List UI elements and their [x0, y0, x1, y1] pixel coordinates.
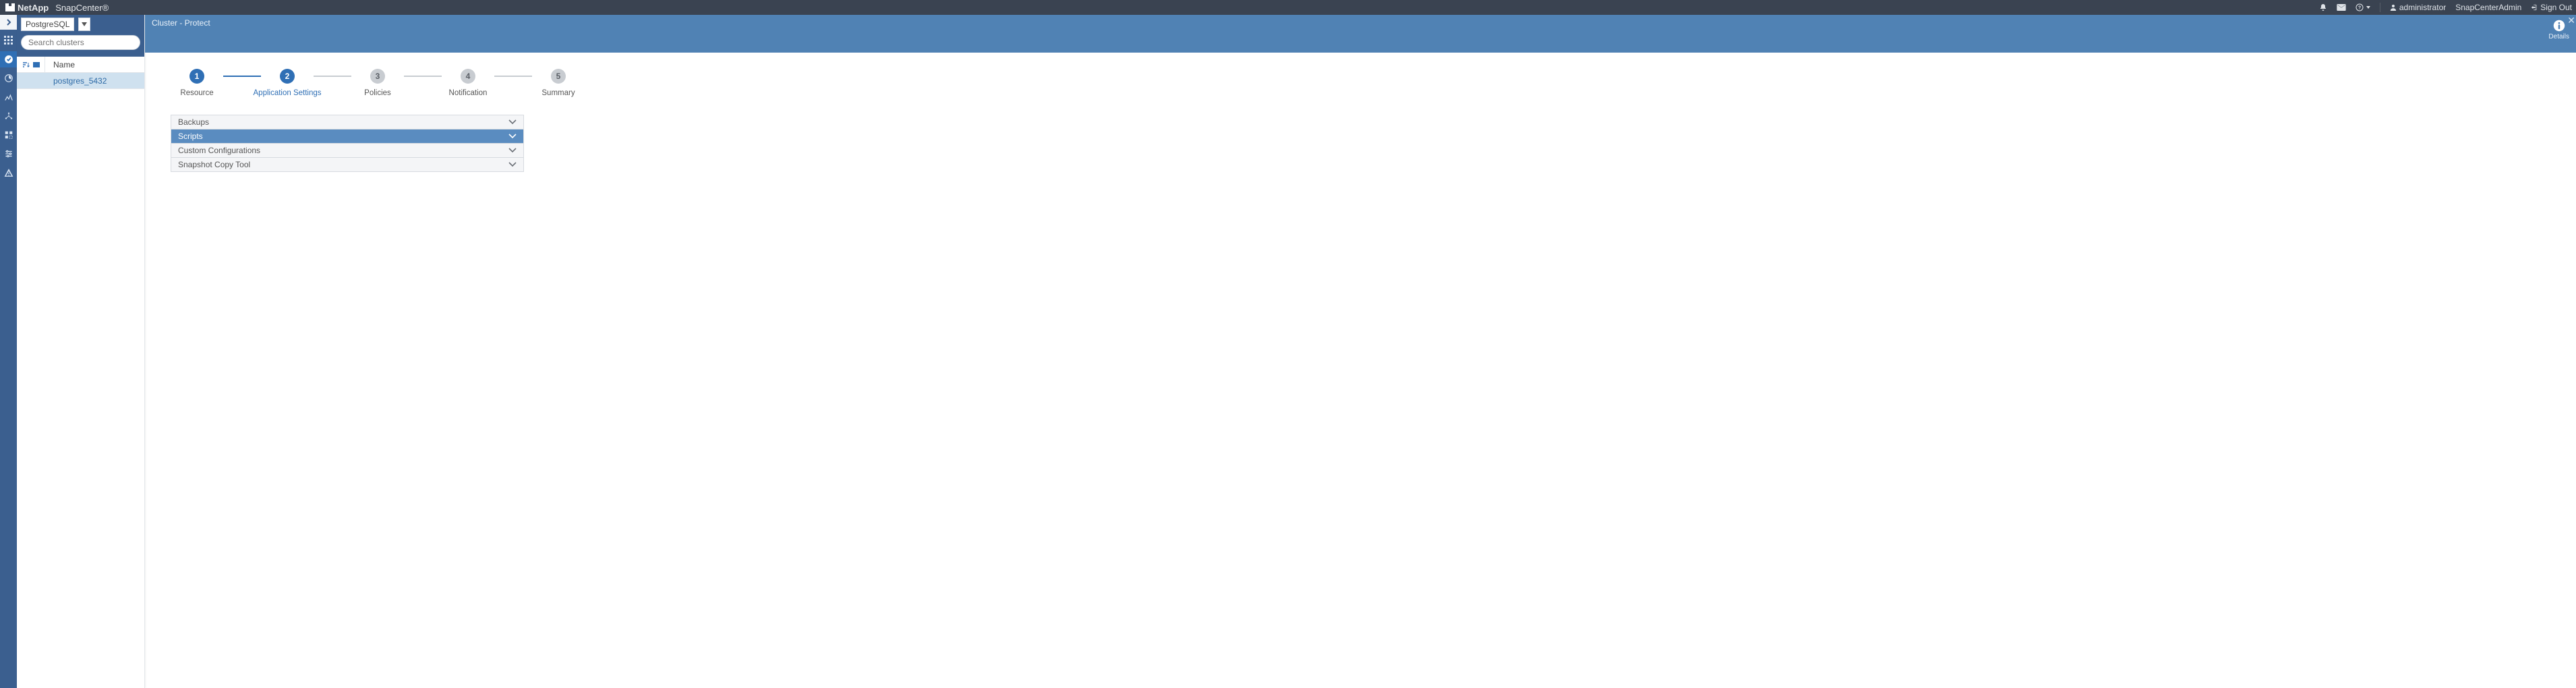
- rail-item-reports[interactable]: [0, 89, 17, 105]
- wizard-step-num: 1: [189, 69, 204, 84]
- list-header: Name: [17, 57, 144, 73]
- topbar-right: ? administrator SnapCenterAdmin Sign Out: [2319, 3, 2572, 12]
- mail-icon[interactable]: [2337, 4, 2346, 11]
- accordion-item-scripts: Scripts: [171, 130, 523, 144]
- user-label: administrator: [2399, 3, 2446, 12]
- accordion-title: Custom Configurations: [178, 146, 260, 155]
- accordion-item-backups: Backups: [171, 115, 523, 130]
- plugin-select-row: PostgreSQL: [21, 18, 140, 31]
- wizard-step-num: 4: [461, 69, 475, 84]
- wizard-step-num: 5: [551, 69, 566, 84]
- rail-item-settings[interactable]: [0, 146, 17, 162]
- help-menu[interactable]: ?: [2355, 3, 2370, 11]
- brand: NetApp SnapCenter®: [5, 3, 109, 13]
- accordion-item-snapshot-copy-tool: Snapshot Copy Tool: [171, 158, 523, 171]
- wizard-step-notification[interactable]: 4 Notification: [442, 69, 494, 97]
- sort-icon[interactable]: [17, 57, 45, 72]
- shell: PostgreSQL Name postgres_5432 ✕ Clus: [0, 15, 2576, 688]
- plugin-select-caret[interactable]: [78, 18, 90, 31]
- breadcrumb: Cluster - Protect: [152, 17, 210, 28]
- signout-button[interactable]: Sign Out: [2531, 3, 2572, 12]
- list-item-label[interactable]: postgres_5432: [53, 76, 107, 86]
- accordion-head[interactable]: Scripts: [171, 130, 523, 143]
- wizard-connector: [223, 76, 261, 77]
- wizard-connector: [404, 76, 442, 77]
- plugin-select-value: PostgreSQL: [26, 20, 69, 29]
- rail-item-dashboard[interactable]: [0, 32, 17, 49]
- nav-rail: [0, 15, 17, 688]
- notifications-icon[interactable]: [2319, 3, 2327, 11]
- side-panel: PostgreSQL Name postgres_5432: [17, 15, 145, 688]
- close-icon[interactable]: ✕: [2567, 15, 2575, 26]
- details-label: Details: [2548, 33, 2569, 40]
- wizard-step-label: Application Settings: [254, 89, 322, 97]
- topbar: NetApp SnapCenter® ? administrator SnapC…: [0, 0, 2576, 15]
- rail-item-storage[interactable]: [0, 127, 17, 143]
- accordion-item-custom-configurations: Custom Configurations: [171, 144, 523, 158]
- rail-item-monitor[interactable]: [0, 70, 17, 86]
- role-text: SnapCenterAdmin: [2455, 3, 2521, 12]
- brand-logo: NetApp: [5, 3, 49, 13]
- svg-text:?: ?: [2358, 6, 2361, 11]
- wizard-connector: [314, 76, 351, 77]
- role-label[interactable]: SnapCenterAdmin: [2455, 3, 2521, 12]
- rail-expand-button[interactable]: [0, 15, 17, 30]
- wizard-step-num: 3: [370, 69, 385, 84]
- wizard-step-num: 2: [280, 69, 295, 84]
- settings-accordion: Backups Scripts Custom Configurations: [171, 115, 524, 172]
- brand-logo-mark: [5, 3, 15, 11]
- wizard-step-summary[interactable]: 5 Summary: [532, 69, 585, 97]
- wizard-connector: [494, 76, 532, 77]
- chevron-down-icon: [508, 162, 517, 167]
- accordion-head[interactable]: Snapshot Copy Tool: [171, 158, 523, 171]
- brand-logo-text: NetApp: [18, 3, 49, 13]
- wizard-step-label: Summary: [541, 89, 575, 97]
- list-item[interactable]: postgres_5432: [17, 73, 144, 89]
- user-menu[interactable]: administrator: [2390, 3, 2446, 12]
- rail-item-resources[interactable]: [0, 51, 17, 67]
- wizard: 1 Resource 2 Application Settings 3 Poli…: [171, 69, 2550, 97]
- plugin-select[interactable]: PostgreSQL: [21, 18, 74, 31]
- accordion-title: Scripts: [178, 132, 203, 141]
- context-bar: ✕ Cluster - Protect Details: [145, 15, 2576, 53]
- accordion-title: Backups: [178, 117, 209, 127]
- search-input[interactable]: [28, 38, 133, 47]
- wizard-step-label: Resource: [180, 89, 213, 97]
- accordion-head[interactable]: Backups: [171, 115, 523, 129]
- rail-item-alerts[interactable]: [0, 165, 17, 181]
- content: 1 Resource 2 Application Settings 3 Poli…: [145, 53, 2576, 688]
- signout-label: Sign Out: [2540, 3, 2572, 12]
- wizard-step-label: Notification: [449, 89, 488, 97]
- wizard-step-resource[interactable]: 1 Resource: [171, 69, 223, 97]
- rail-item-hosts[interactable]: [0, 108, 17, 124]
- main: ✕ Cluster - Protect Details 1 Resource 2…: [145, 15, 2576, 688]
- chevron-down-icon: [508, 119, 517, 125]
- wizard-step-label: Policies: [364, 89, 391, 97]
- wizard-step-application-settings[interactable]: 2 Application Settings: [261, 69, 314, 97]
- accordion-title: Snapshot Copy Tool: [178, 160, 250, 169]
- column-name[interactable]: Name: [45, 60, 75, 69]
- side-panel-top: PostgreSQL: [17, 15, 144, 57]
- search-box[interactable]: [21, 35, 140, 50]
- wizard-step-policies[interactable]: 3 Policies: [351, 69, 404, 97]
- chevron-down-icon: [508, 134, 517, 139]
- chevron-down-icon: [508, 148, 517, 153]
- brand-product: SnapCenter®: [55, 3, 109, 13]
- accordion-head[interactable]: Custom Configurations: [171, 144, 523, 157]
